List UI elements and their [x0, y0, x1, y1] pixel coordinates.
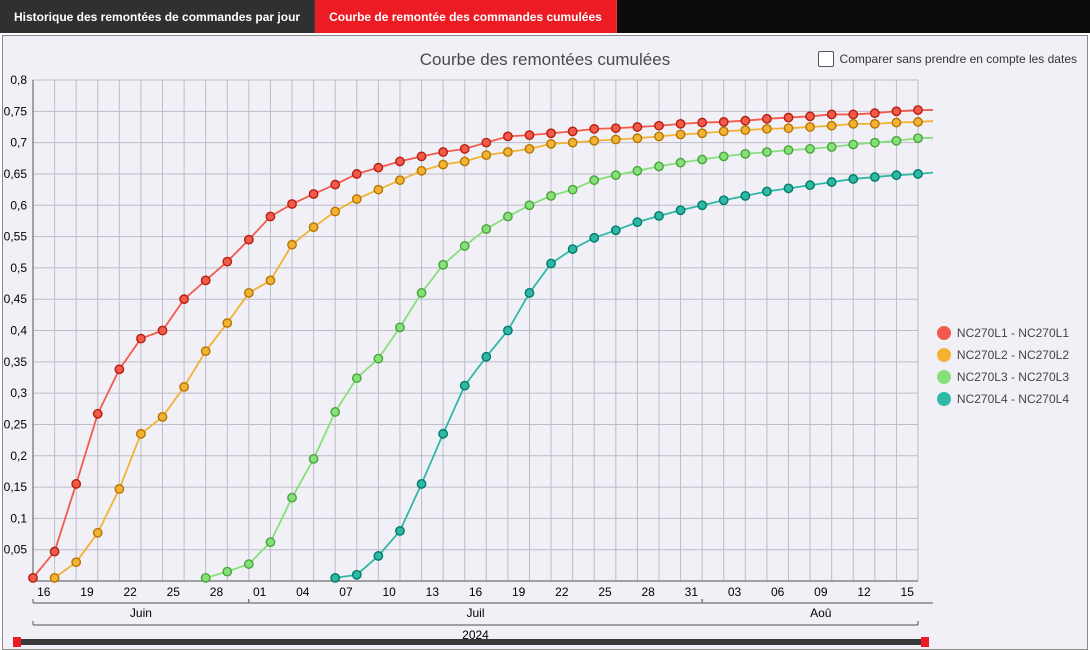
legend-label: NC270L3 - NC270L3	[957, 370, 1069, 384]
chart-plot[interactable]: 0,05 0,1 0,15 0,2 0,25 0,3 0,35 0,4 0,45 0,5 0,55 0…	[3, 36, 933, 650]
svg-text:0,7: 0,7	[10, 136, 27, 150]
svg-text:28: 28	[210, 585, 224, 599]
svg-text:03: 03	[728, 585, 742, 599]
svg-text:16: 16	[37, 585, 51, 599]
svg-text:09: 09	[814, 585, 828, 599]
legend-item[interactable]: NC270L1 - NC270L1	[937, 326, 1069, 340]
legend-item[interactable]: NC270L2 - NC270L2	[937, 348, 1069, 362]
legend-item[interactable]: NC270L3 - NC270L3	[937, 370, 1069, 384]
svg-text:31: 31	[685, 585, 699, 599]
legend-item[interactable]: NC270L4 - NC270L4	[937, 392, 1069, 406]
svg-text:Aoû: Aoû	[810, 606, 831, 620]
legend-swatch-icon	[937, 326, 951, 340]
svg-text:22: 22	[123, 585, 137, 599]
svg-text:Juin: Juin	[130, 606, 152, 620]
legend-label: NC270L1 - NC270L1	[957, 326, 1069, 340]
svg-text:25: 25	[598, 585, 612, 599]
tab-cumulative-curve[interactable]: Courbe de remontée des commandes cumulée…	[315, 0, 617, 33]
legend-label: NC270L2 - NC270L2	[957, 348, 1069, 362]
svg-text:0,5: 0,5	[10, 261, 27, 275]
legend-swatch-icon	[937, 392, 951, 406]
svg-text:06: 06	[771, 585, 785, 599]
svg-text:0,65: 0,65	[4, 167, 28, 181]
svg-text:0,45: 0,45	[4, 292, 28, 306]
tab-bar: Historique des remontées de commandes pa…	[0, 0, 1090, 33]
svg-text:0,05: 0,05	[4, 543, 28, 557]
svg-text:0,3: 0,3	[10, 386, 27, 400]
svg-text:0,2: 0,2	[10, 449, 27, 463]
svg-text:10: 10	[382, 585, 396, 599]
svg-text:0,1: 0,1	[10, 511, 27, 525]
svg-text:0,15: 0,15	[4, 480, 28, 494]
svg-text:0,25: 0,25	[4, 417, 28, 431]
svg-text:0,6: 0,6	[10, 198, 27, 212]
svg-text:04: 04	[296, 585, 310, 599]
chart-legend: NC270L1 - NC270L1 NC270L2 - NC270L2 NC270L…	[937, 326, 1069, 406]
svg-text:15: 15	[901, 585, 915, 599]
svg-text:0,75: 0,75	[4, 104, 28, 118]
svg-text:0,4: 0,4	[10, 324, 27, 338]
svg-text:12: 12	[857, 585, 871, 599]
legend-swatch-icon	[937, 370, 951, 384]
chart-panel: Courbe des remontées cumulées Comparer s…	[2, 35, 1088, 650]
svg-text:07: 07	[339, 585, 353, 599]
svg-text:25: 25	[167, 585, 181, 599]
svg-text:22: 22	[555, 585, 569, 599]
svg-text:Juil: Juil	[466, 606, 484, 620]
svg-text:28: 28	[642, 585, 656, 599]
svg-text:19: 19	[512, 585, 526, 599]
legend-swatch-icon	[937, 348, 951, 362]
svg-text:0,8: 0,8	[10, 73, 27, 87]
legend-label: NC270L4 - NC270L4	[957, 392, 1069, 406]
zoom-scrollbar[interactable]	[15, 639, 927, 645]
svg-text:0,55: 0,55	[4, 230, 28, 244]
svg-text:13: 13	[426, 585, 440, 599]
tab-history-per-day[interactable]: Historique des remontées de commandes pa…	[0, 0, 315, 33]
svg-text:16: 16	[469, 585, 483, 599]
svg-text:0,35: 0,35	[4, 355, 28, 369]
svg-text:19: 19	[80, 585, 94, 599]
svg-text:01: 01	[253, 585, 267, 599]
